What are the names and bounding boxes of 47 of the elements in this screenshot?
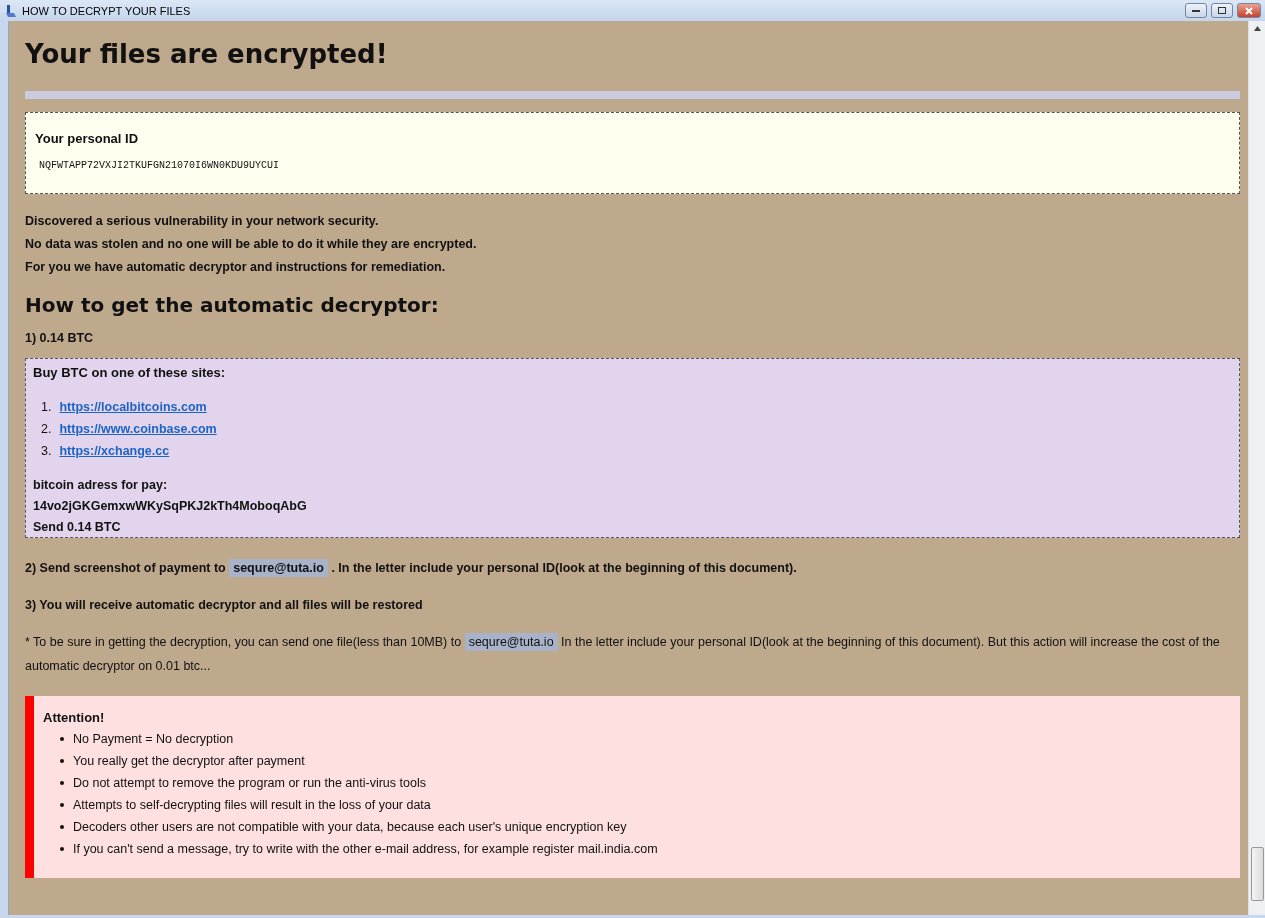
attention-item: Do not attempt to remove the program or run the anti-virus tools: [73, 776, 426, 790]
bullet-icon: [60, 803, 64, 807]
step-text: 3) You will receive automatic decryptor and all files will be restored: [25, 597, 424, 614]
bullet-icon: [60, 781, 64, 785]
bullet-icon: [60, 847, 64, 851]
list-number: 2.: [41, 422, 52, 436]
site-link[interactable]: https://xchange.cc: [59, 444, 170, 458]
list-number: 1.: [41, 400, 52, 414]
section-heading: How to get the automatic decryptor:: [25, 293, 440, 317]
panel-title: Buy BTC on one of these sites:: [33, 365, 227, 380]
attention-item: Attempts to self-decrypting files will result in the loss of your data: [73, 798, 431, 812]
site-link[interactable]: https://localbitcoins.com: [59, 400, 207, 414]
minimize-button[interactable]: [1185, 3, 1207, 18]
scroll-up-icon[interactable]: [1253, 26, 1261, 31]
attention-title: Attention!: [43, 710, 106, 725]
bitcoin-address: 14vo2jGKGemxwWKySqPKJ2kTh4MoboqAbG: [33, 499, 308, 513]
page-heading: Your files are encrypted!: [25, 39, 389, 69]
bullet-icon: [60, 825, 64, 829]
minimize-icon: [1192, 9, 1200, 12]
send-amount: Send 0.14 BTC: [33, 520, 122, 534]
intro-line: For you we have automatic decryptor and instructions for remediation.: [25, 259, 447, 276]
id-label: Your personal ID: [35, 131, 140, 146]
site-link[interactable]: https://www.coinbase.com: [59, 422, 217, 436]
note-text: * To be sure in getting the decryption, you can send one file(less than 10MB) to sequre@tuta.io In the letter include your personal ID(look at the beginning of this document). But this action will increase the cost of the automatic decryptor on 0.01 btc...: [25, 632, 1221, 675]
intro-line: Discovered a serious vulnerability in your network security.: [25, 213, 380, 230]
maximize-icon: [1218, 7, 1226, 14]
address-label: bitcoin adress for pay:: [33, 478, 169, 492]
bullet-icon: [60, 737, 64, 741]
list-number: 3.: [41, 444, 52, 458]
step-text: 1) 0.14 BTC: [25, 331, 95, 345]
attention-item: If you can't send a message, try to write with the other e-mail address, for example register mail.india.com: [73, 842, 658, 856]
close-icon: [1245, 6, 1253, 15]
personal-id: NQFWTAPP72VXJI2TKUFGN21070I6WN0KDU9UYCUI: [39, 160, 281, 171]
intro-line: No data was stolen and no one will be able to do it while they are encrypted.: [25, 236, 478, 253]
attention-item: You really get the decryptor after payment: [73, 754, 305, 768]
scrollbar[interactable]: [1248, 21, 1265, 915]
email-address: sequre@tuta.io: [229, 559, 328, 577]
email-address: sequre@tuta.io: [464, 633, 558, 651]
close-button[interactable]: [1237, 3, 1261, 18]
maximize-button[interactable]: [1211, 3, 1233, 18]
attention-item: No Payment = No decryption: [73, 732, 234, 746]
attention-item: Decoders other users are not compatible with your data, because each user's unique encryption key: [73, 820, 627, 834]
step-text: 2) Send screenshot of payment to sequre@tuta.io . In the letter include your personal ID(look at the beginning of this document).: [25, 558, 798, 579]
bullet-icon: [60, 759, 64, 763]
scroll-thumb[interactable]: [1250, 847, 1264, 901]
app-icon: [4, 3, 18, 18]
window-title: HOW TO DECRYPT YOUR FILES: [22, 4, 192, 17]
